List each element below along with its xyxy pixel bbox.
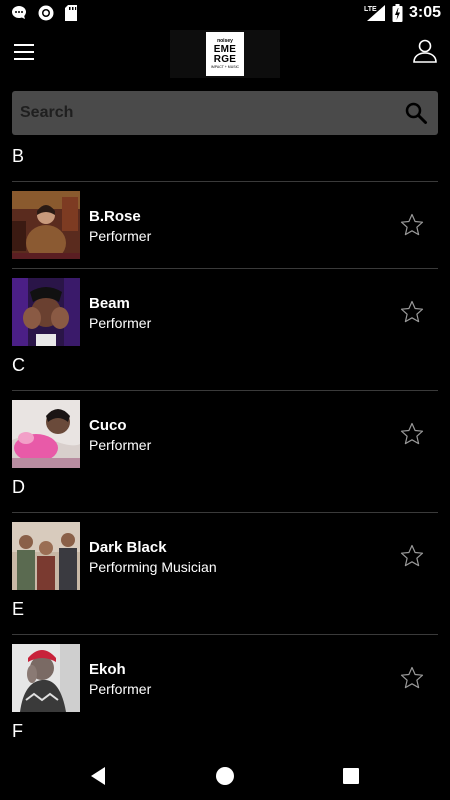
favorite-star-icon[interactable] bbox=[400, 422, 424, 446]
menu-button[interactable] bbox=[12, 40, 36, 64]
section-letter: E bbox=[12, 599, 25, 619]
artist-name: Ekoh bbox=[89, 661, 126, 678]
circle-icon bbox=[38, 5, 54, 21]
profile-button[interactable] bbox=[412, 38, 438, 64]
list-item-cuco[interactable]: Cuco Performer bbox=[0, 391, 450, 478]
artist-thumbnail bbox=[12, 400, 80, 468]
system-icons: LTE 3:05 bbox=[364, 3, 441, 23]
favorite-star-icon[interactable] bbox=[400, 300, 424, 324]
home-icon[interactable] bbox=[213, 764, 237, 788]
user-icon bbox=[413, 39, 437, 63]
artist-role: Performer bbox=[89, 228, 152, 244]
logo-line-2: RGE bbox=[213, 53, 237, 65]
section-letter: C bbox=[12, 355, 25, 375]
artist-name: B.Rose bbox=[89, 208, 141, 225]
logo-brand: noisey bbox=[217, 37, 233, 44]
artist-role: Performer bbox=[89, 315, 152, 331]
artist-role: Performer bbox=[89, 437, 152, 453]
sd-card-icon bbox=[65, 5, 77, 21]
section-letter: D bbox=[12, 477, 25, 497]
recents-icon[interactable] bbox=[339, 764, 363, 788]
artist-role: Performing Musician bbox=[89, 559, 217, 575]
chat-bubble-icon bbox=[12, 6, 26, 19]
artist-thumbnail bbox=[12, 278, 80, 346]
list-item-brose[interactable]: B.Rose Performer bbox=[0, 182, 450, 269]
favorite-star-icon[interactable] bbox=[400, 213, 424, 237]
clock: 3:05 bbox=[408, 4, 441, 21]
section-header-f: F bbox=[0, 711, 450, 757]
section-header-c: C bbox=[0, 345, 450, 391]
search-icon[interactable] bbox=[404, 101, 428, 125]
list-item-beam[interactable]: Beam Performer bbox=[0, 269, 450, 356]
artist-name: Dark Black bbox=[89, 539, 167, 556]
section-header-b: B bbox=[0, 136, 450, 182]
emerge-logo: noisey EME RGE IMPACT + MUSIC bbox=[206, 32, 244, 76]
back-icon[interactable] bbox=[86, 764, 110, 788]
artist-thumbnail bbox=[12, 644, 80, 712]
app-bar: noisey EME RGE IMPACT + MUSIC bbox=[0, 26, 450, 82]
section-header-d: D bbox=[0, 467, 450, 513]
section-letter: F bbox=[12, 721, 23, 741]
artist-role: Performer bbox=[89, 681, 152, 697]
app-logo: noisey EME RGE IMPACT + MUSIC bbox=[170, 30, 280, 78]
system-nav-bar bbox=[0, 752, 450, 800]
search-bar[interactable]: Search bbox=[12, 91, 438, 135]
artist-thumbnail bbox=[12, 522, 80, 590]
section-header-e: E bbox=[0, 589, 450, 635]
list-item-dark-black[interactable]: Dark Black Performing Musician bbox=[0, 513, 450, 600]
hamburger-icon bbox=[14, 44, 34, 60]
artist-name: Cuco bbox=[89, 417, 127, 434]
notification-icons bbox=[10, 4, 78, 22]
favorite-star-icon[interactable] bbox=[400, 666, 424, 690]
search-input[interactable]: Search bbox=[20, 104, 73, 122]
section-letter: B bbox=[12, 146, 25, 166]
artist-thumbnail bbox=[12, 191, 80, 259]
favorite-star-icon[interactable] bbox=[400, 544, 424, 568]
signal-icon: LTE bbox=[364, 5, 385, 21]
battery-charging-icon bbox=[392, 4, 403, 22]
logo-tagline: IMPACT + MUSIC bbox=[210, 64, 240, 69]
artist-name: Beam bbox=[89, 295, 130, 312]
list-item-ekoh[interactable]: Ekoh Performer bbox=[0, 635, 450, 722]
status-bar: LTE 3:05 bbox=[0, 0, 450, 26]
lte-label: LTE bbox=[364, 6, 377, 13]
